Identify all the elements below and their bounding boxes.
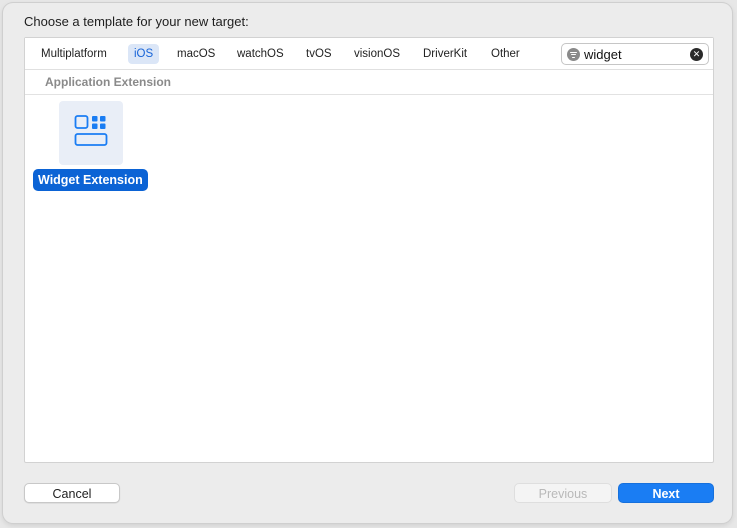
section-title: Application Extension <box>45 75 172 89</box>
search-input[interactable] <box>584 45 682 63</box>
tab-driverkit[interactable]: DriverKit <box>417 44 473 64</box>
search-field[interactable]: ✕ <box>561 43 709 65</box>
tab-visionos[interactable]: visionOS <box>348 44 406 64</box>
template-widget-extension[interactable] <box>59 101 123 165</box>
next-button[interactable]: Next <box>618 483 714 503</box>
tab-macos[interactable]: macOS <box>171 44 221 64</box>
section-header: Application Extension <box>25 70 713 95</box>
tab-multiplatform[interactable]: Multiplatform <box>35 44 113 64</box>
platform-tab-bar: Multiplatform iOS macOS watchOS tvOS vis… <box>25 38 713 70</box>
sheet-title: Choose a template for your new target: <box>24 14 249 29</box>
clear-icon[interactable]: ✕ <box>690 48 703 61</box>
template-label-widget-extension[interactable]: Widget Extension <box>33 169 148 191</box>
template-sheet: Choose a template for your new target: M… <box>3 3 732 523</box>
tab-tvos[interactable]: tvOS <box>300 44 338 64</box>
tab-other[interactable]: Other <box>485 44 526 64</box>
widget-extension-icon <box>74 115 108 146</box>
template-panel: Multiplatform iOS macOS watchOS tvOS vis… <box>24 37 714 463</box>
filter-icon[interactable] <box>567 48 580 61</box>
tab-watchos[interactable]: watchOS <box>231 44 290 64</box>
tab-ios[interactable]: iOS <box>128 44 160 64</box>
previous-button[interactable]: Previous <box>514 483 612 503</box>
cancel-button[interactable]: Cancel <box>24 483 120 503</box>
